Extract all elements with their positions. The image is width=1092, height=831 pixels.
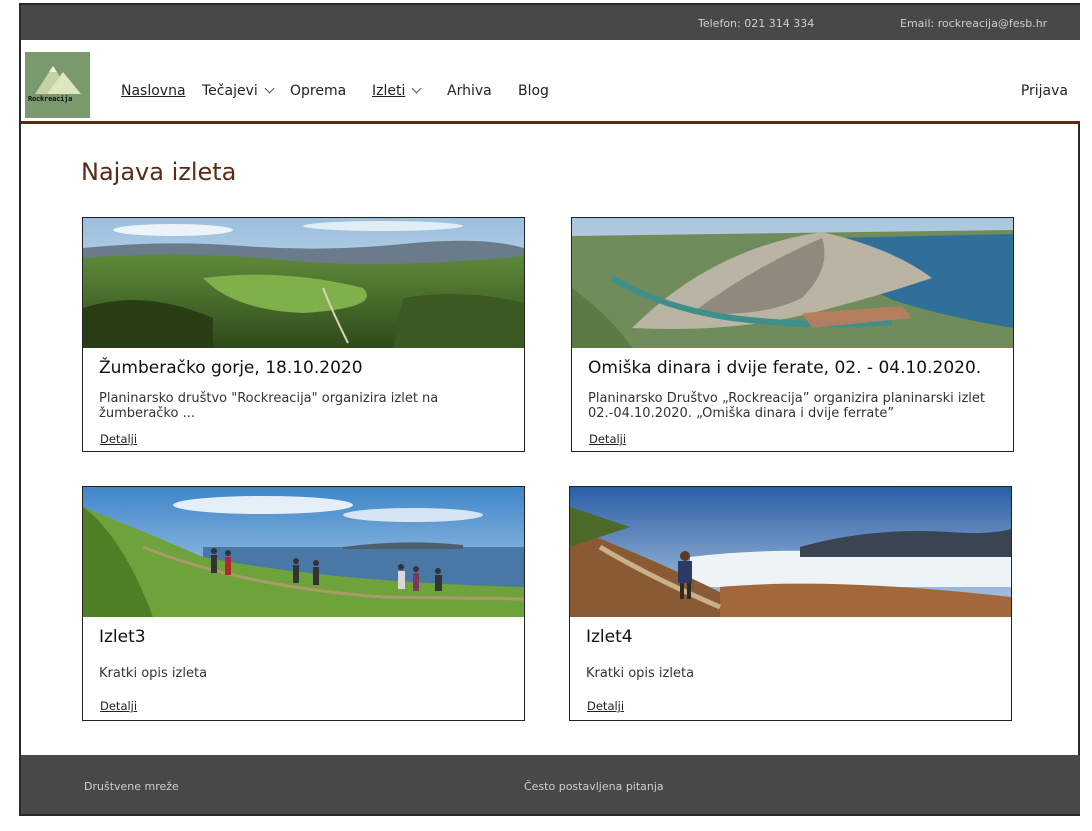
nav-item-blog[interactable]: Blog	[518, 83, 549, 99]
social-links[interactable]: Društvene mreže	[84, 780, 179, 793]
trip-title: Izlet3	[99, 627, 146, 647]
nav-item-label: Tečajevi	[202, 83, 258, 99]
top-contact-bar: Telefon: 021 314 334 Email: rockreacija@…	[21, 3, 1080, 40]
site-footer: Društvene mreže Često postavljena pitanj…	[21, 755, 1080, 816]
details-link[interactable]: Detalji	[100, 432, 137, 446]
details-link[interactable]: Detalji	[589, 432, 626, 446]
nav-item-label: Naslovna	[121, 83, 186, 99]
nav-item-tecajevi[interactable]: Tečajevi	[202, 83, 275, 99]
trip-card: Izlet3 Kratki opis izleta Detalji	[82, 486, 525, 721]
trip-description: Kratki opis izleta	[586, 666, 695, 681]
trip-description: Planinarsko društvo "Rockreacija" organi…	[99, 391, 439, 421]
page-frame: Telefon: 021 314 334 Email: rockreacija@…	[19, 3, 1080, 816]
trip-card: Žumberačko gorje, 18.10.2020 Planinarsko…	[82, 217, 525, 452]
trip-image-hikers-meadow	[83, 487, 524, 617]
trip-card: Izlet4 Kratki opis izleta Detalji	[569, 486, 1012, 721]
trip-image-green-hills	[83, 218, 524, 348]
trip-title: Žumberačko gorje, 18.10.2020	[99, 358, 363, 378]
trip-image-coastal-mountain	[572, 218, 1013, 348]
page-title: Najava izleta	[81, 158, 237, 186]
trip-title: Izlet4	[586, 627, 633, 647]
trip-image-hiker-above-clouds	[570, 487, 1011, 617]
email-text: Email: rockreacija@fesb.hr	[900, 17, 1048, 30]
logo-text: Rockreacija	[28, 95, 73, 103]
phone-text: Telefon: 021 314 334	[698, 17, 815, 30]
chevron-down-icon	[264, 83, 275, 94]
mountain-icon	[25, 52, 90, 118]
details-link[interactable]: Detalji	[587, 699, 624, 713]
nav-item-label: Blog	[518, 83, 549, 99]
trip-description: Planinarsko Društvo „Rockreacija” organi…	[588, 391, 986, 421]
details-link[interactable]: Detalji	[100, 699, 137, 713]
nav-item-naslovna[interactable]: Naslovna	[121, 83, 186, 99]
login-link[interactable]: Prijava	[1021, 83, 1068, 99]
trip-card: Omiška dinara i dvije ferate, 02. - 04.1…	[571, 217, 1014, 452]
nav-item-arhiva[interactable]: Arhiva	[447, 83, 492, 99]
trip-title: Omiška dinara i dvije ferate, 02. - 04.1…	[588, 358, 982, 378]
nav-item-izleti[interactable]: Izleti	[372, 83, 422, 99]
nav-item-label: Arhiva	[447, 83, 492, 99]
chevron-down-icon	[411, 83, 422, 94]
logo[interactable]: Rockreacija	[25, 52, 90, 118]
faq-link[interactable]: Često postavljena pitanja	[524, 780, 664, 793]
nav-item-label: Oprema	[290, 83, 347, 99]
nav-item-oprema[interactable]: Oprema	[290, 83, 346, 99]
trip-description: Kratki opis izleta	[99, 666, 208, 681]
nav-item-label: Izleti	[372, 83, 406, 99]
site-header: Rockreacija Naslovna Tečajevi Oprema Izl…	[21, 40, 1080, 124]
